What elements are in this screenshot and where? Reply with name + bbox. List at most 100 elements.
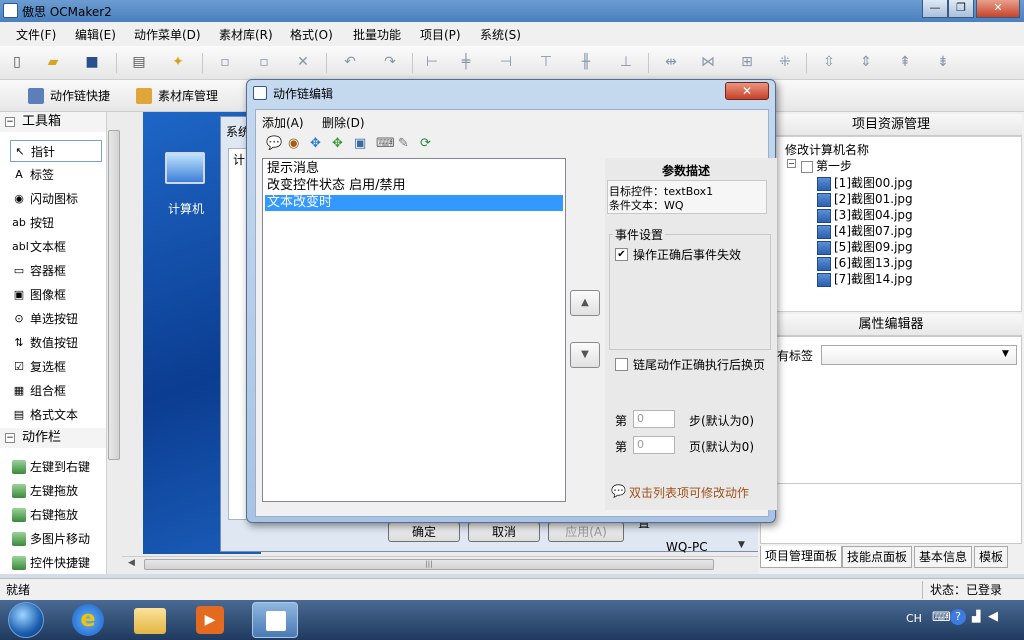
move-up-button[interactable]: ▲ (570, 290, 600, 316)
refresh-icon[interactable]: ⟳ (420, 136, 431, 151)
tool-item[interactable]: ▭ 容器框 (10, 260, 102, 282)
menu-action[interactable]: 动作菜单(D) (134, 26, 201, 43)
horizontal-scroll-thumb[interactable]: ||| (144, 559, 714, 570)
copy-icon[interactable]: ▫ (256, 54, 272, 70)
delete-icon[interactable]: ✕ (295, 54, 311, 70)
restore-button[interactable]: ❐ (948, 0, 974, 18)
tree-file-item[interactable]: [2]截图01.jpg (817, 190, 913, 207)
toolbox-scroll-thumb[interactable] (108, 130, 120, 460)
tool-item[interactable]: ab 按钮 (10, 212, 102, 234)
grid-icon[interactable]: ⊞ (739, 54, 755, 70)
align-top-icon[interactable]: ⊤ (538, 54, 554, 70)
align-right-icon[interactable]: ⊣ (498, 54, 514, 70)
distribute-vertical-icon[interactable]: ⇕ (858, 54, 874, 70)
file-explorer-icon[interactable] (134, 608, 166, 634)
action-bar-item[interactable]: 左键到右键 (10, 456, 102, 478)
start-button[interactable] (8, 602, 44, 638)
panel-tab[interactable]: 技能点面板 (842, 546, 913, 568)
action-list[interactable]: 提示消息 改变控件状态 启用/禁用 文本改变时 (262, 158, 566, 502)
dialog-close-button[interactable]: ✕ (725, 82, 769, 100)
properties-icon[interactable]: ▤ (131, 54, 147, 70)
network-icon[interactable]: ▟ (972, 610, 980, 623)
open-folder-icon[interactable]: ▰ (45, 54, 61, 70)
tree-file-item[interactable]: [6]截图13.jpg (817, 254, 913, 271)
menu-system[interactable]: 系统(S) (480, 26, 521, 43)
tree-step-node[interactable]: 第一步 (801, 157, 852, 174)
redo-icon[interactable]: ↷ (382, 54, 398, 70)
menu-edit[interactable]: 编辑(E) (75, 26, 116, 43)
mouse-click-icon[interactable]: ✥ (310, 136, 321, 151)
action-bar-item[interactable]: 控件快捷键 (10, 552, 102, 574)
dropdown-arrow-icon[interactable]: ▼ (738, 540, 745, 550)
align-bottom-icon[interactable]: ⊥ (618, 54, 634, 70)
ime-icon[interactable]: ⌨ (932, 610, 951, 625)
panel-tab[interactable]: 项目管理面板 (760, 546, 843, 568)
action-bar-item[interactable]: 右键拖放 (10, 504, 102, 526)
menu-material[interactable]: 素材库(R) (219, 26, 273, 43)
media-player-icon[interactable]: ▶ (196, 606, 224, 634)
help-icon[interactable]: ? (950, 609, 966, 625)
tag-select[interactable]: ▼ (821, 345, 1017, 365)
increase-vertical-icon[interactable]: ⇞ (897, 54, 913, 70)
tail-page-checkbox[interactable] (615, 358, 628, 371)
language-indicator[interactable]: CH (906, 612, 922, 625)
align-middle-icon[interactable]: ╫ (578, 54, 594, 70)
action-list-item[interactable]: 改变控件状态 启用/禁用 (265, 178, 563, 194)
tree-file-item[interactable]: [3]截图04.jpg (817, 206, 913, 223)
internet-explorer-icon[interactable]: e (72, 604, 104, 636)
save-icon[interactable]: ■ (84, 54, 100, 70)
keyboard-icon[interactable]: ⌨ (376, 136, 395, 151)
align-left-icon[interactable]: ⊢ (424, 54, 440, 70)
tool-item[interactable]: abl 文本框 (10, 236, 102, 258)
apply-button[interactable]: 应用(A) (548, 522, 624, 542)
align-center-icon[interactable]: ╪ (458, 54, 474, 70)
tool-item[interactable]: ◉ 闪动图标 (10, 188, 102, 210)
ocmaker-taskbar-button[interactable] (252, 602, 298, 638)
tree-file-item[interactable]: [5]截图09.jpg (817, 238, 913, 255)
toolbox-header[interactable]: − 工具箱 (0, 112, 106, 132)
scroll-left-icon[interactable]: ◀ (128, 558, 135, 568)
space-vertical-icon[interactable]: ⇳ (821, 54, 837, 70)
material-library-button[interactable]: 素材库管理 (136, 86, 218, 106)
close-button[interactable]: ✕ (976, 0, 1020, 18)
wizard-icon[interactable]: ✦ (170, 54, 186, 70)
distribute-horizontal-icon[interactable]: ⋈ (700, 54, 716, 70)
panel-tab[interactable]: 基本信息 (914, 546, 973, 568)
collapse-icon[interactable]: − (5, 433, 15, 443)
tool-item[interactable]: ▦ 组合框 (10, 380, 102, 402)
ok-button[interactable]: 确定 (388, 522, 460, 542)
action-list-item[interactable]: 文本改变时 (265, 195, 563, 211)
action-list-item[interactable]: 提示消息 (265, 161, 563, 177)
move-down-button[interactable]: ▼ (570, 342, 600, 368)
tree-collapse-icon[interactable]: − (787, 159, 796, 168)
menu-delete[interactable]: 删除(D) (322, 114, 365, 131)
tree-root[interactable]: 修改计算机名称 (785, 141, 869, 158)
step-spinner[interactable]: 0 (633, 410, 675, 428)
menu-project[interactable]: 项目(P) (420, 26, 461, 43)
cut-icon[interactable]: ▫ (217, 54, 233, 70)
tree-file-item[interactable]: [7]截图14.jpg (817, 270, 913, 287)
action-chain-shortcut-button[interactable]: 动作链快捷 (28, 86, 110, 106)
collapse-icon[interactable]: − (5, 117, 15, 127)
page-spinner[interactable]: 0 (633, 436, 675, 454)
space-horizontal-icon[interactable]: ⇹ (663, 54, 679, 70)
message-icon[interactable]: 💬 (266, 136, 282, 151)
tool-item[interactable]: ▤ 格式文本 (10, 404, 102, 426)
volume-icon[interactable]: ◀ (988, 609, 998, 624)
panel-tab[interactable]: 模板 (974, 546, 1009, 568)
tool-item[interactable]: ☑ 复选框 (10, 356, 102, 378)
computer-icon[interactable] (165, 152, 205, 184)
action-bar-item[interactable]: 多图片移动 (10, 528, 102, 550)
tool-item[interactable]: A 标签 (10, 164, 102, 186)
action-bar-header[interactable]: − 动作栏 (0, 428, 106, 448)
minimize-button[interactable]: — (922, 0, 948, 18)
menu-add[interactable]: 添加(A) (262, 114, 304, 131)
system-dialog-tab[interactable]: 计 (233, 151, 245, 168)
menu-file[interactable]: 文件(F) (16, 26, 56, 43)
tool-item[interactable]: ⊙ 单选按钮 (10, 308, 102, 330)
tool-item[interactable]: ▣ 图像框 (10, 284, 102, 306)
undo-icon[interactable]: ↶ (342, 54, 358, 70)
tree-file-item[interactable]: [1]截图00.jpg (817, 174, 913, 191)
tool-item[interactable]: ⇅ 数值按钮 (10, 332, 102, 354)
action-bar-item[interactable]: 左键拖放 (10, 480, 102, 502)
